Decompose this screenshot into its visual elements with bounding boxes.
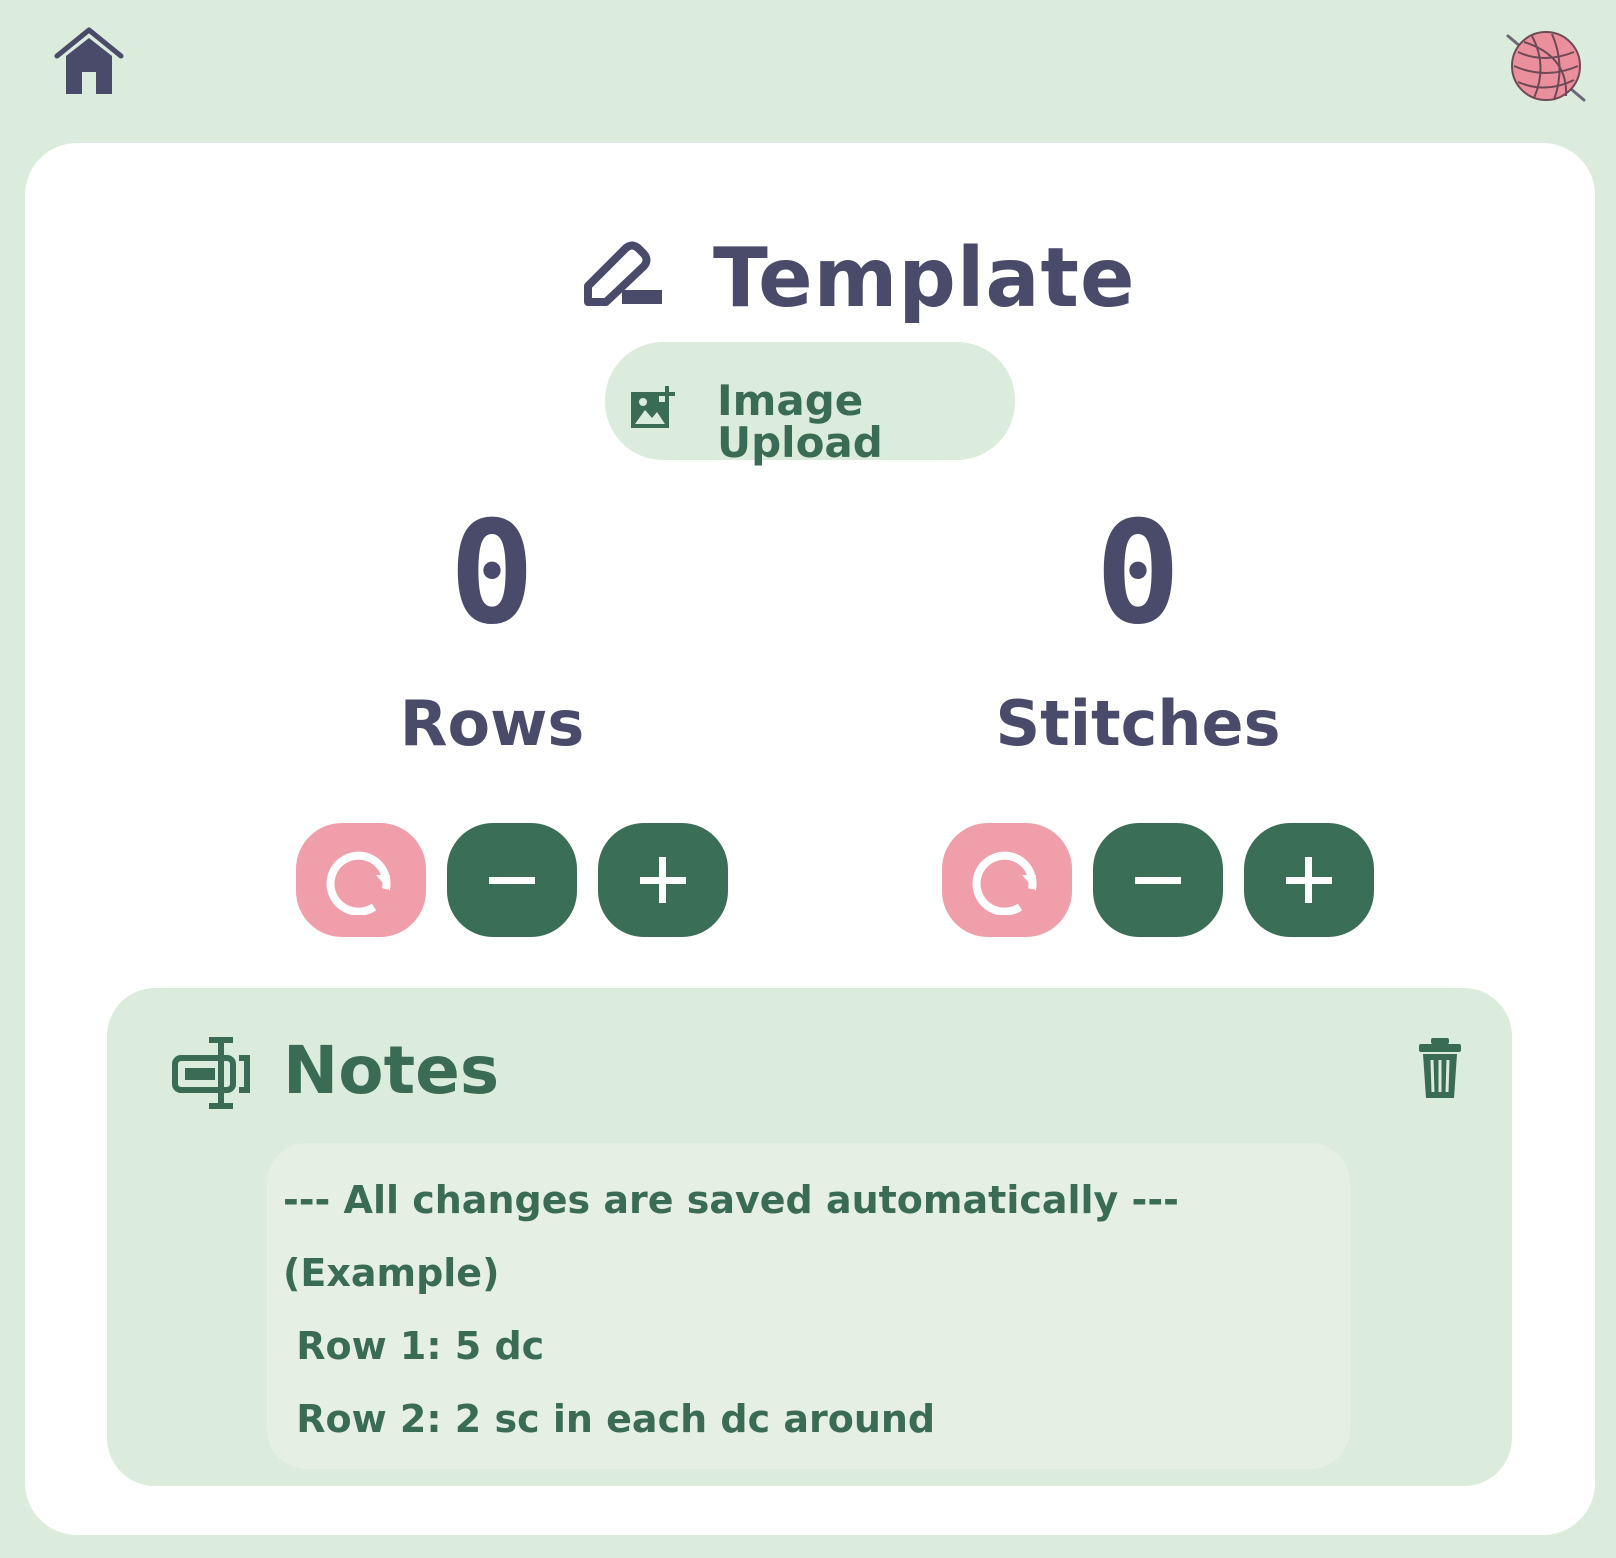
note-line: Row 1: 5 dc [283, 1324, 545, 1368]
notes-title: Notes [283, 1032, 500, 1109]
stitches-decrement-button[interactable] [1093, 823, 1223, 937]
note-line: (Example) [283, 1251, 500, 1295]
add-image-icon [631, 386, 675, 428]
rows-count: 0 [449, 491, 535, 656]
note-line: Row 2: 2 sc in each dc around [283, 1397, 936, 1441]
stitches-counter: 0 Stitches [918, 491, 1374, 983]
stitches-count: 0 [1095, 491, 1181, 656]
notes-panel: Notes --- All changes are saved automati… [107, 988, 1512, 1486]
home-icon[interactable] [54, 26, 124, 96]
main-card: Template Image Upload 0 Rows 0 Stitches … [25, 143, 1595, 1535]
reset-icon [326, 851, 391, 915]
page-title: Template [713, 231, 1136, 326]
rows-decrement-button[interactable] [447, 823, 577, 937]
stitches-label: Stitches [995, 687, 1281, 760]
minus-icon [489, 877, 535, 884]
image-upload-label: Image Upload [717, 376, 883, 467]
stitches-increment-button[interactable] [1244, 823, 1374, 937]
stitches-reset-button[interactable] [942, 823, 1072, 937]
text-cursor-icon [172, 1037, 250, 1109]
plus-icon [1286, 857, 1332, 903]
notes-textarea[interactable]: --- All changes are saved automatically … [267, 1143, 1350, 1469]
top-bar [0, 0, 1616, 140]
reset-icon [972, 851, 1037, 915]
pencil-icon [584, 241, 662, 306]
note-line: --- All changes are saved automatically … [283, 1178, 1179, 1222]
plus-icon [640, 857, 686, 903]
minus-icon [1135, 877, 1181, 884]
trash-icon[interactable] [1417, 1036, 1463, 1100]
rows-increment-button[interactable] [598, 823, 728, 937]
rows-counter: 0 Rows [272, 491, 728, 983]
rows-reset-button[interactable] [296, 823, 426, 937]
image-upload-button[interactable]: Image Upload [605, 342, 1015, 464]
rows-label: Rows [399, 687, 585, 760]
yarn-ball-icon[interactable] [1504, 30, 1586, 102]
resize-handle-icon[interactable] [1332, 1451, 1348, 1467]
title-row: Template [25, 198, 1595, 320]
